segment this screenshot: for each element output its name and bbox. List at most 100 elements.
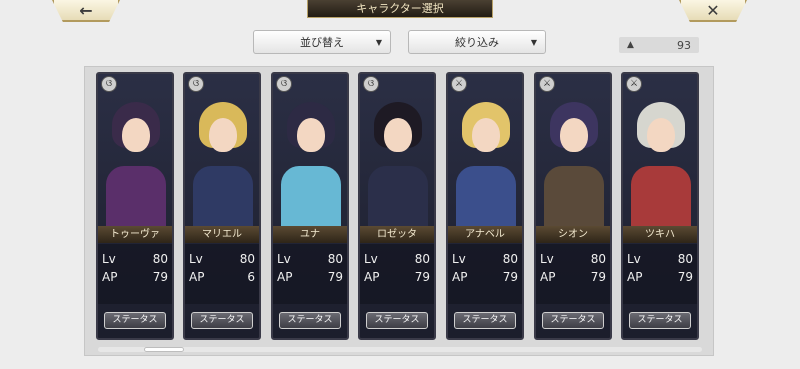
sort-dropdown[interactable]: 並び替え ▼	[253, 30, 391, 54]
portrait-face	[560, 118, 588, 152]
lv-label: Lv	[189, 252, 203, 266]
portrait-face	[209, 118, 237, 152]
class-icon: ଓ	[276, 76, 292, 92]
portrait-body	[106, 166, 166, 228]
portrait-body	[281, 166, 341, 228]
ap-label: AP	[189, 270, 205, 284]
character-name: ツキハ	[623, 226, 697, 243]
character-stats: Lv 80 AP 79	[360, 244, 434, 304]
ap-label: AP	[540, 270, 556, 284]
status-button[interactable]: ステータス	[629, 312, 691, 329]
sort-label: 並び替え	[300, 36, 344, 49]
lv-value: 80	[414, 252, 430, 266]
character-card[interactable]: ⚔ ツキハ Lv 80 AP 79 ステータス	[621, 72, 699, 340]
chevron-down-icon: ▼	[530, 37, 537, 47]
lv-label: Lv	[540, 252, 554, 266]
ap-value: 6	[247, 270, 255, 284]
character-portrait	[623, 74, 697, 228]
owned-count-value: 93	[677, 38, 691, 52]
status-button[interactable]: ステータス	[279, 312, 341, 329]
portrait-body	[544, 166, 604, 228]
class-icon: ⚔	[539, 76, 555, 92]
character-portrait	[98, 74, 172, 228]
class-icon: ⚔	[626, 76, 642, 92]
character-card[interactable]: ⚔ アナベル Lv 80 AP 79 ステータス	[446, 72, 524, 340]
page-title: キャラクター選択	[307, 0, 493, 18]
lv-value: 80	[239, 252, 255, 266]
lv-value: 80	[502, 252, 518, 266]
status-button[interactable]: ステータス	[366, 312, 428, 329]
character-stats: Lv 80 AP 79	[536, 244, 610, 304]
character-portrait	[273, 74, 347, 228]
character-name: マリエル	[185, 226, 259, 243]
ap-value: 79	[414, 270, 430, 284]
class-icon: ଓ	[188, 76, 204, 92]
portrait-body	[368, 166, 428, 228]
status-button[interactable]: ステータス	[191, 312, 253, 329]
character-card[interactable]: ଓ マリエル Lv 80 AP 6 ステータス	[183, 72, 261, 340]
back-arrow-icon: ←	[79, 0, 93, 20]
character-card[interactable]: ⚔ シオン Lv 80 AP 79 ステータス	[534, 72, 612, 340]
lv-label: Lv	[277, 252, 291, 266]
back-button[interactable]: ←	[52, 0, 120, 22]
character-stats: Lv 80 AP 79	[98, 244, 172, 304]
portrait-body	[193, 166, 253, 228]
portrait-face	[647, 118, 675, 152]
character-stats: Lv 80 AP 79	[623, 244, 697, 304]
character-name: シオン	[536, 226, 610, 243]
owned-count: ▲ 93	[619, 37, 699, 53]
filter-label: 絞り込み	[455, 36, 499, 49]
filter-dropdown[interactable]: 絞り込み ▼	[408, 30, 546, 54]
character-card[interactable]: ଓ トゥーヴァ Lv 80 AP 79 ステータス	[96, 72, 174, 340]
lv-label: Lv	[452, 252, 466, 266]
ap-label: AP	[364, 270, 380, 284]
portrait-face	[384, 118, 412, 152]
status-button[interactable]: ステータス	[104, 312, 166, 329]
ap-value: 79	[590, 270, 606, 284]
status-button[interactable]: ステータス	[454, 312, 516, 329]
lv-label: Lv	[102, 252, 116, 266]
character-portrait	[448, 74, 522, 228]
lv-label: Lv	[364, 252, 378, 266]
status-button[interactable]: ステータス	[542, 312, 604, 329]
scrollbar-thumb[interactable]	[144, 347, 184, 352]
character-name: ユナ	[273, 226, 347, 243]
ap-value: 79	[327, 270, 343, 284]
lv-label: Lv	[627, 252, 641, 266]
character-name: ロゼッタ	[360, 226, 434, 243]
ap-label: AP	[452, 270, 468, 284]
ap-label: AP	[102, 270, 118, 284]
chevron-down-icon: ▼	[375, 37, 382, 47]
character-card[interactable]: ଓ ロゼッタ Lv 80 AP 79 ステータス	[358, 72, 436, 340]
ap-label: AP	[277, 270, 293, 284]
lv-value: 80	[590, 252, 606, 266]
character-stats: Lv 80 AP 6	[185, 244, 259, 304]
portrait-face	[122, 118, 150, 152]
portrait-face	[297, 118, 325, 152]
portrait-body	[631, 166, 691, 228]
scrollbar-track[interactable]	[98, 347, 702, 352]
character-name: トゥーヴァ	[98, 226, 172, 243]
person-icon: ▲	[627, 40, 634, 50]
character-name: アナベル	[448, 226, 522, 243]
character-card[interactable]: ଓ ユナ Lv 80 AP 79 ステータス	[271, 72, 349, 340]
character-portrait	[360, 74, 434, 228]
lv-value: 80	[327, 252, 343, 266]
ap-label: AP	[627, 270, 643, 284]
portrait-face	[472, 118, 500, 152]
ap-value: 79	[677, 270, 693, 284]
character-portrait	[536, 74, 610, 228]
ap-value: 79	[152, 270, 168, 284]
close-icon: ✕	[706, 0, 720, 20]
close-button[interactable]: ✕	[679, 0, 747, 22]
lv-value: 80	[677, 252, 693, 266]
lv-value: 80	[152, 252, 168, 266]
ap-value: 79	[502, 270, 518, 284]
character-stats: Lv 80 AP 79	[448, 244, 522, 304]
character-portrait	[185, 74, 259, 228]
class-icon: ଓ	[363, 76, 379, 92]
portrait-body	[456, 166, 516, 228]
class-icon: ⚔	[451, 76, 467, 92]
character-stats: Lv 80 AP 79	[273, 244, 347, 304]
class-icon: ଓ	[101, 76, 117, 92]
